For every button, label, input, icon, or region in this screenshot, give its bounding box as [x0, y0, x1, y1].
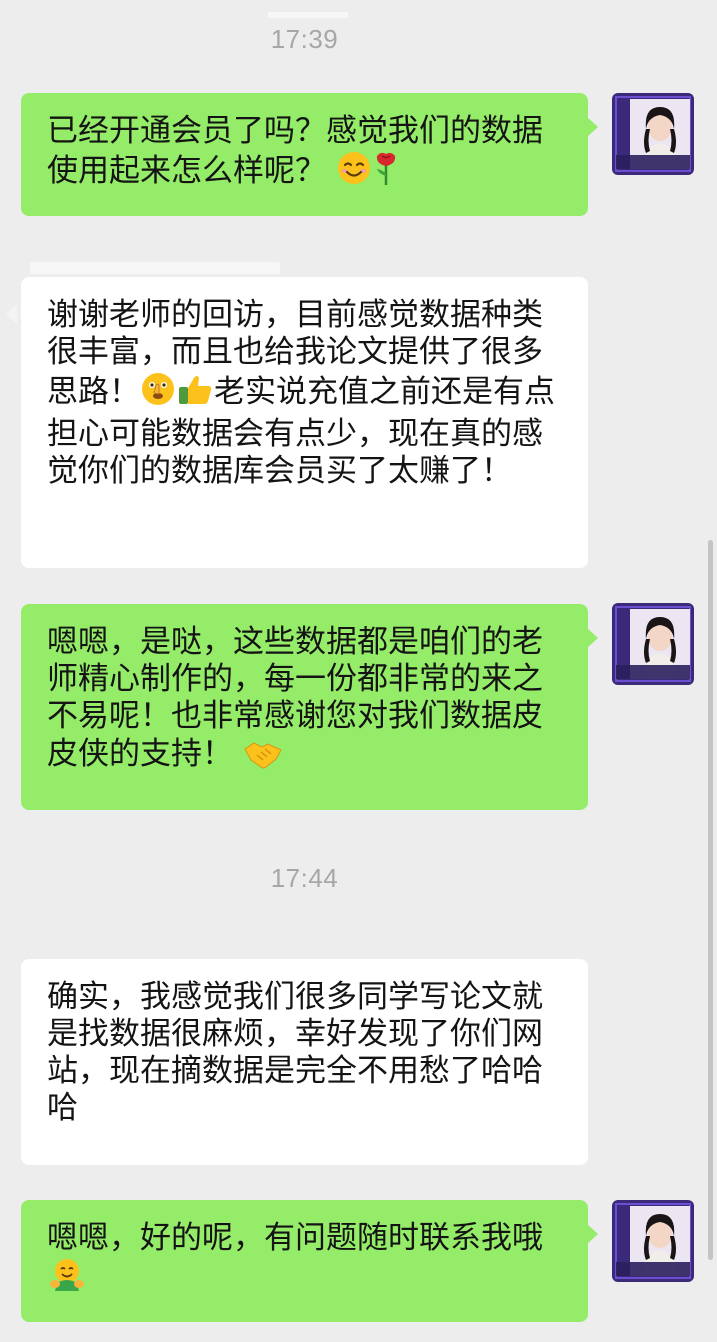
smiling-face-icon — [336, 150, 372, 195]
message-text: 嗯嗯，好的呢，有问题随时联系我哦 — [47, 1220, 543, 1256]
chat-window: 17:39 已经开通会员了吗？感觉我们的数据使用起来怎么样呢？ 谢谢老师的回访，… — [0, 0, 717, 1342]
message-text: 嗯嗯，是哒，这些数据都是咱们的老师精心制作的，每一份都非常的来之不易呢！也非常感… — [47, 624, 543, 772]
avatar[interactable] — [612, 603, 694, 685]
message-bubble-outgoing[interactable]: 已经开通会员了吗？感觉我们的数据使用起来怎么样呢？ — [21, 93, 598, 216]
message-bubble-incoming[interactable]: 确实，我感觉我们很多同学写论文就是找数据很麻烦，幸好发现了你们网站，现在摘数据是… — [21, 959, 588, 1165]
timestamp: 17:39 — [270, 24, 339, 54]
avatar[interactable] — [612, 93, 694, 175]
rose-icon — [372, 150, 400, 195]
message-bubble-outgoing[interactable]: 嗯嗯，好的呢，有问题随时联系我哦 — [21, 1200, 598, 1322]
avatar[interactable] — [612, 1200, 694, 1282]
timestamp: 17:44 — [270, 863, 339, 893]
thumbs-up-icon — [176, 371, 214, 416]
shushing-face-icon — [140, 371, 176, 416]
message-text: 确实，我感觉我们很多同学写论文就是找数据很麻烦，幸好发现了你们网站，现在摘数据是… — [47, 979, 543, 1126]
message-text: 已经开通会员了吗？感觉我们的数据使用起来怎么样呢？ — [47, 113, 543, 189]
scrollbar[interactable] — [708, 540, 713, 1260]
message-bubble-outgoing[interactable]: 嗯嗯，是哒，这些数据都是咱们的老师精心制作的，每一份都非常的来之不易呢！也非常感… — [21, 604, 598, 810]
hugging-face-icon — [47, 1257, 87, 1302]
message-bubble-incoming[interactable]: 谢谢老师的回访，目前感觉数据种类很丰富，而且也给我论文提供了很多思路！ 老实说充… — [21, 277, 588, 568]
handshake-icon — [243, 735, 283, 778]
